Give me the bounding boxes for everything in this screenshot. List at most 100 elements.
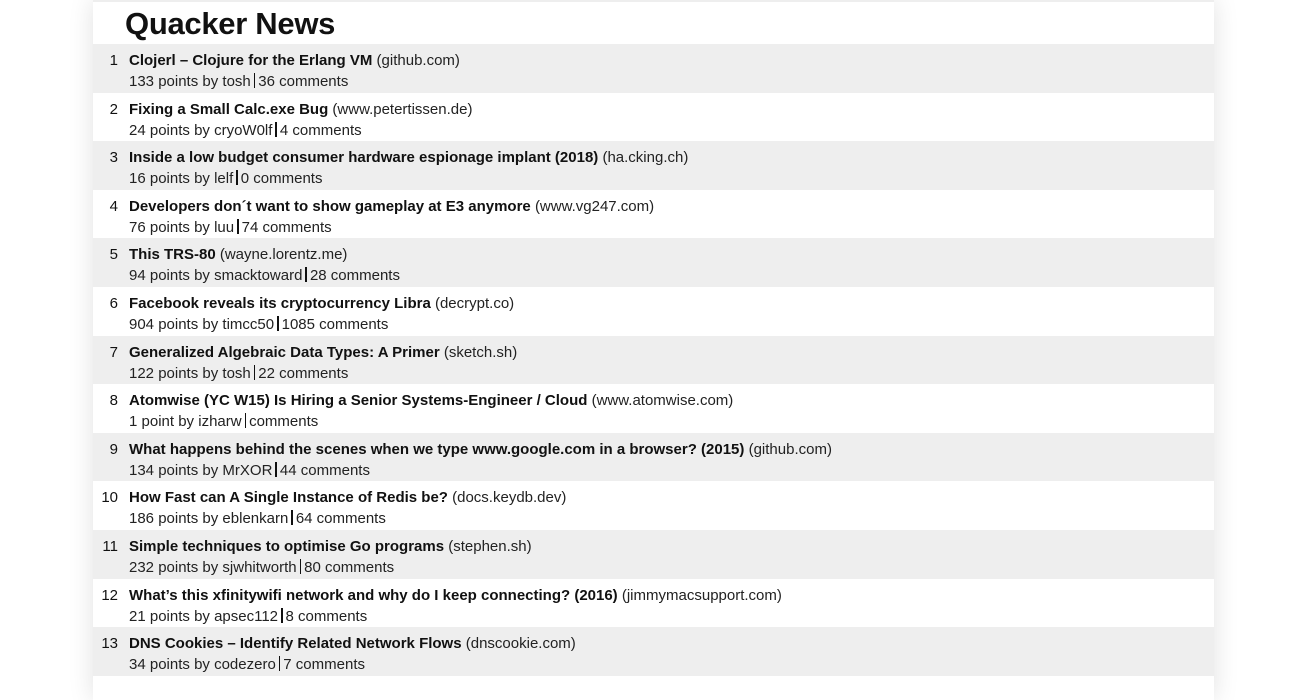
story-rank: 4 xyxy=(109,197,118,215)
story-title-link[interactable]: What happens behind the scenes when we t… xyxy=(129,441,744,458)
separator xyxy=(237,218,239,234)
story-row: 10 How Fast can A Single Instance of Red… xyxy=(93,481,1214,530)
separator xyxy=(275,461,277,477)
story-user-link[interactable]: sjwhitworth xyxy=(222,559,296,576)
separator xyxy=(305,267,307,283)
story-user-link[interactable]: apsec112 xyxy=(214,608,278,625)
story-title-line: This TRS-80 (wayne.lorentz.me) xyxy=(129,246,347,263)
story-user-link[interactable]: tosh xyxy=(222,365,250,382)
story-meta: 21 points by apsec112 8 comments xyxy=(129,607,368,625)
separator xyxy=(291,510,293,526)
story-title-line: Generalized Algebraic Data Types: A Prim… xyxy=(129,344,517,361)
story-title-line: How Fast can A Single Instance of Redis … xyxy=(129,489,566,506)
story-user-link[interactable]: eblenkarn xyxy=(222,510,288,527)
story-title-link[interactable]: Facebook reveals its cryptocurrency Libr… xyxy=(129,295,431,312)
story-domain: (wayne.lorentz.me) xyxy=(219,246,348,264)
story-meta: 134 points by MrXOR 44 comments xyxy=(129,461,370,479)
story-comments-link[interactable]: 80 comments xyxy=(304,559,394,576)
story-title-link[interactable]: Developers don´t want to show gameplay a… xyxy=(129,198,531,215)
story-title-line: Facebook reveals its cryptocurrency Libr… xyxy=(129,295,514,312)
story-comments-link[interactable]: 64 comments xyxy=(296,510,386,527)
story-points: 232 points xyxy=(129,558,199,576)
story-title-line: What happens behind the scenes when we t… xyxy=(129,441,832,458)
story-row: 9 What happens behind the scenes when we… xyxy=(93,432,1214,482)
story-list: 1 Clojerl – Clojure for the Erlang VM (g… xyxy=(93,44,1214,676)
story-by: by xyxy=(202,364,219,382)
story-domain: (sketch.sh) xyxy=(443,343,518,361)
header: Quacker News xyxy=(93,2,1214,44)
story-points: 186 points xyxy=(129,510,199,528)
story-user-link[interactable]: izharw xyxy=(198,413,241,430)
story-points: 1 point xyxy=(129,413,175,431)
story-title-link[interactable]: This TRS-80 xyxy=(129,246,216,263)
story-comments-link[interactable]: 0 comments xyxy=(241,170,323,187)
separator xyxy=(236,170,238,186)
story-points: 34 points xyxy=(129,656,190,674)
story-points: 76 points xyxy=(129,218,190,236)
story-title-line: Developers don´t want to show gameplay a… xyxy=(129,198,654,215)
site-title[interactable]: Quacker News xyxy=(125,6,335,42)
story-comments-link[interactable]: 1085 comments xyxy=(282,316,389,333)
story-meta: 232 points by sjwhitworth 80 comments xyxy=(129,558,394,576)
story-user-link[interactable]: timcc50 xyxy=(222,316,274,333)
story-user-link[interactable]: tosh xyxy=(222,73,250,90)
story-meta: 904 points by timcc50 1085 comments xyxy=(129,315,389,333)
story-by: by xyxy=(202,461,219,479)
story-domain: (github.com) xyxy=(748,440,832,458)
story-by: by xyxy=(202,558,219,576)
story-title-line: Simple techniques to optimise Go program… xyxy=(129,538,532,555)
story-comments-link[interactable]: comments xyxy=(249,413,318,430)
story-meta: 94 points by smacktoward 28 comments xyxy=(129,267,400,284)
page-container: Quacker News 1 Clojerl – Clojure for the… xyxy=(93,0,1214,700)
story-title-link[interactable]: Generalized Algebraic Data Types: A Prim… xyxy=(129,344,440,361)
story-points: 134 points xyxy=(129,461,199,479)
story-meta: 1 point by izharw comments xyxy=(129,413,318,430)
story-points: 904 points xyxy=(129,315,199,333)
story-title-link[interactable]: Fixing a Small Calc.exe Bug xyxy=(129,101,328,118)
story-rank: 7 xyxy=(109,343,118,361)
separator xyxy=(253,73,256,88)
story-title-link[interactable]: Clojerl – Clojure for the Erlang VM xyxy=(129,52,372,69)
story-title-link[interactable]: DNS Cookies – Identify Related Network F… xyxy=(129,635,462,652)
story-title-link[interactable]: Atomwise (YC W15) Is Hiring a Senior Sys… xyxy=(129,392,587,409)
story-meta: 76 points by luu 74 comments xyxy=(129,218,332,236)
separator xyxy=(244,413,247,429)
story-domain: (stephen.sh) xyxy=(448,537,532,555)
story-comments-link[interactable]: 74 comments xyxy=(242,219,332,236)
story-comments-link[interactable]: 36 comments xyxy=(258,73,348,90)
story-points: 94 points xyxy=(129,267,190,285)
story-comments-link[interactable]: 28 comments xyxy=(310,267,400,284)
story-domain: (docs.keydb.dev) xyxy=(452,489,567,507)
story-title-link[interactable]: Inside a low budget consumer hardware es… xyxy=(129,149,598,166)
story-rank: 2 xyxy=(109,100,118,118)
story-title-link[interactable]: How Fast can A Single Instance of Redis … xyxy=(129,489,448,506)
story-comments-link[interactable]: 8 comments xyxy=(286,608,368,625)
story-rank: 8 xyxy=(109,392,118,410)
story-points: 122 points xyxy=(129,364,199,382)
story-user-link[interactable]: lelf xyxy=(214,170,233,187)
story-meta: 24 points by cryoW0lf 4 comments xyxy=(129,121,362,139)
story-rank: 1 xyxy=(109,52,118,69)
story-title-line: What’s this xfinitywifi network and why … xyxy=(129,587,782,604)
story-user-link[interactable]: MrXOR xyxy=(222,462,272,479)
story-title-link[interactable]: What’s this xfinitywifi network and why … xyxy=(129,587,618,604)
separator xyxy=(281,607,283,623)
story-comments-link[interactable]: 7 comments xyxy=(283,656,365,673)
story-user-link[interactable]: cryoW0lf xyxy=(214,122,272,139)
story-rank: 5 xyxy=(109,246,118,264)
story-row: 1 Clojerl – Clojure for the Erlang VM (g… xyxy=(93,44,1214,93)
story-comments-link[interactable]: 22 comments xyxy=(258,365,348,382)
story-row: 13 DNS Cookies – Identify Related Networ… xyxy=(93,627,1214,676)
story-comments-link[interactable]: 4 comments xyxy=(280,122,362,139)
story-rank: 10 xyxy=(101,489,118,507)
story-title-line: DNS Cookies – Identify Related Network F… xyxy=(129,635,576,652)
story-row: 2 Fixing a Small Calc.exe Bug (www.peter… xyxy=(93,92,1214,142)
story-comments-link[interactable]: 44 comments xyxy=(280,462,370,479)
story-user-link[interactable]: luu xyxy=(214,219,234,236)
story-user-link[interactable]: smacktoward xyxy=(214,267,302,284)
story-domain: (jimmymacsupport.com) xyxy=(621,586,782,604)
story-by: by xyxy=(194,607,210,625)
story-user-link[interactable]: codezero xyxy=(214,656,276,673)
story-meta: 16 points by lelf 0 comments xyxy=(129,170,322,187)
story-title-link[interactable]: Simple techniques to optimise Go program… xyxy=(129,538,444,555)
